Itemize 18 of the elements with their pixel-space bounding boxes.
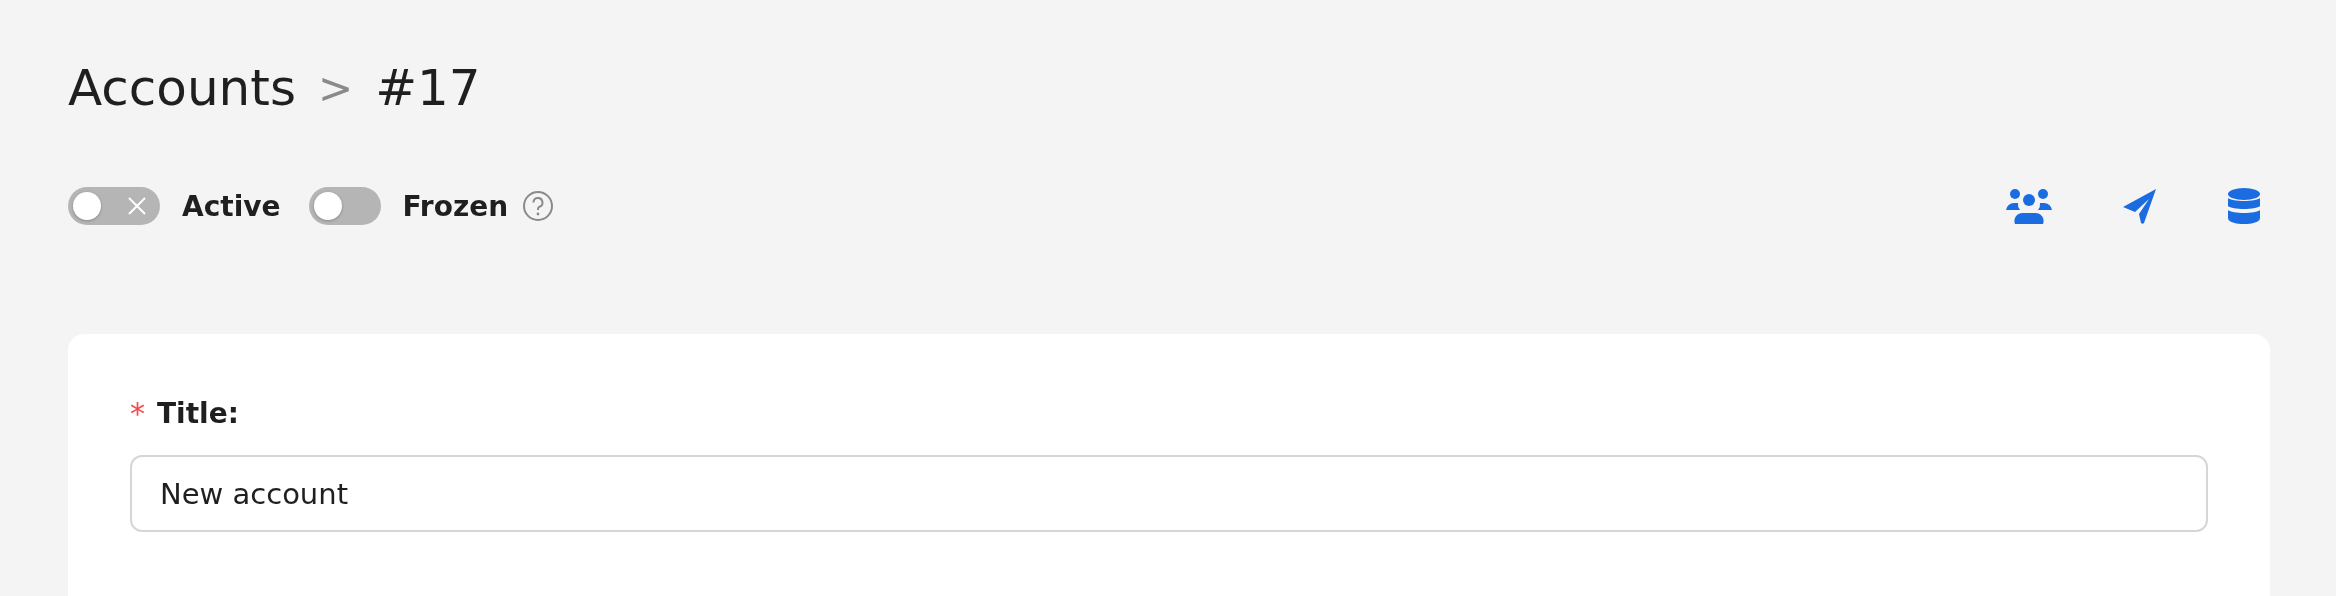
users-icon [2006, 188, 2052, 224]
required-mark: * [130, 396, 145, 431]
toggle-switch[interactable] [68, 187, 160, 225]
toggle-label: Frozen [402, 189, 509, 223]
toolbar-button[interactable] [2006, 188, 2052, 224]
title-input[interactable]: New account [130, 455, 2208, 532]
toolbar-button[interactable] [2122, 188, 2158, 224]
breadcrumb-item[interactable]: Accounts [68, 59, 296, 117]
field-label: Title: [157, 397, 239, 430]
toggle-switch[interactable] [308, 187, 381, 225]
close-icon [128, 197, 146, 215]
breadcrumb-item: #17 [375, 59, 481, 117]
database-icon [2228, 188, 2260, 224]
breadcrumb-separator: > [317, 63, 354, 113]
send-icon [2122, 188, 2158, 224]
toggle-label: Active [182, 189, 281, 223]
toolbar-button[interactable] [2228, 188, 2260, 224]
help-icon[interactable] [522, 190, 555, 222]
